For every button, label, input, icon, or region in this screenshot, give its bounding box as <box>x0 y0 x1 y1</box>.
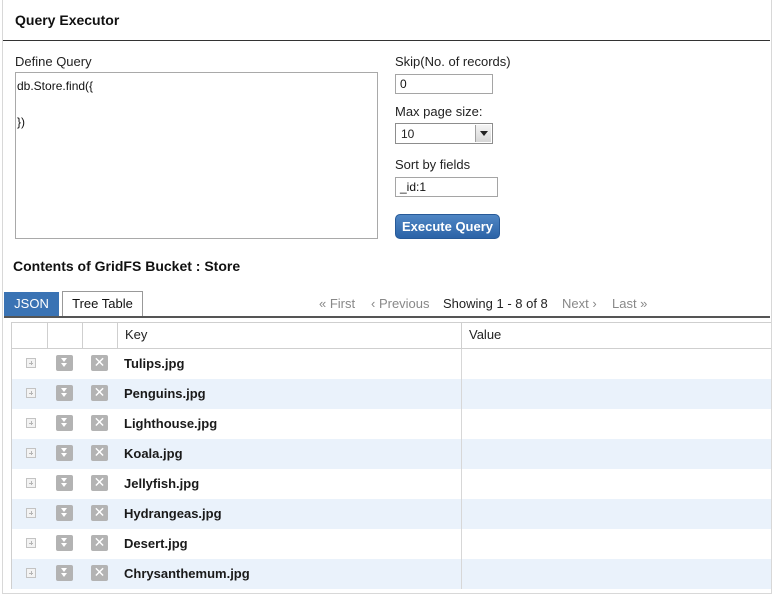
execute-query-button[interactable]: Execute Query <box>395 214 500 239</box>
table-row[interactable]: ✕ Chrysanthemum.jpg <box>12 559 771 589</box>
table-row[interactable]: ✕ Hydrangeas.jpg <box>12 499 771 529</box>
define-query-label: Define Query <box>15 54 92 69</box>
column-divider <box>461 559 462 589</box>
page-title: Query Executor <box>15 12 120 28</box>
header-download-col <box>48 323 83 348</box>
row-key: Koala.jpg <box>124 446 183 461</box>
download-icon[interactable] <box>56 505 73 521</box>
pager-previous-link[interactable]: ‹ Previous <box>371 296 430 311</box>
column-divider <box>461 349 462 379</box>
tab-json[interactable]: JSON <box>4 292 59 317</box>
header-key[interactable]: Key <box>118 323 462 348</box>
delete-icon[interactable]: ✕ <box>91 535 108 551</box>
pager-last-link[interactable]: Last » <box>612 296 647 311</box>
expand-icon[interactable] <box>26 478 36 488</box>
chevron-down-icon[interactable] <box>475 125 491 142</box>
download-icon[interactable] <box>56 355 73 371</box>
column-divider <box>461 439 462 469</box>
expand-icon[interactable] <box>26 508 36 518</box>
table-header: Key Value <box>12 323 771 349</box>
download-icon[interactable] <box>56 385 73 401</box>
delete-icon[interactable]: ✕ <box>91 565 108 581</box>
row-key: Penguins.jpg <box>124 386 206 401</box>
table-row[interactable]: ✕ Tulips.jpg <box>12 349 771 379</box>
row-key: Tulips.jpg <box>124 356 185 371</box>
row-key: Jellyfish.jpg <box>124 476 200 491</box>
sort-label: Sort by fields <box>395 157 471 172</box>
max-page-size-value: 10 <box>401 127 415 141</box>
header-expand-col <box>12 323 48 348</box>
expand-icon[interactable] <box>26 538 36 548</box>
column-divider <box>461 529 462 559</box>
column-divider <box>461 379 462 409</box>
table-row[interactable]: ✕ Desert.jpg <box>12 529 771 559</box>
delete-icon[interactable]: ✕ <box>91 505 108 521</box>
delete-icon[interactable]: ✕ <box>91 475 108 491</box>
row-key: Lighthouse.jpg <box>124 416 218 431</box>
column-divider <box>461 409 462 439</box>
delete-icon[interactable]: ✕ <box>91 385 108 401</box>
download-icon[interactable] <box>56 415 73 431</box>
max-page-size-select[interactable]: 10 <box>395 123 493 144</box>
table-row[interactable]: ✕ Jellyfish.jpg <box>12 469 771 499</box>
header-value[interactable]: Value <box>462 323 771 348</box>
tab-divider <box>4 316 770 318</box>
table-row[interactable]: ✕ Koala.jpg <box>12 439 771 469</box>
column-divider <box>461 499 462 529</box>
pager-next-link[interactable]: Next › <box>562 296 597 311</box>
results-section-title: Contents of GridFS Bucket : Store <box>13 258 241 274</box>
row-key: Chrysanthemum.jpg <box>124 566 250 581</box>
table-row[interactable]: ✕ Lighthouse.jpg <box>12 409 771 439</box>
expand-icon[interactable] <box>26 388 36 398</box>
expand-icon[interactable] <box>26 448 36 458</box>
delete-icon[interactable]: ✕ <box>91 415 108 431</box>
download-icon[interactable] <box>56 445 73 461</box>
max-page-size-label: Max page size: <box>395 104 483 119</box>
download-icon[interactable] <box>56 565 73 581</box>
row-key: Hydrangeas.jpg <box>124 506 222 521</box>
header-delete-col <box>83 323 118 348</box>
row-key: Desert.jpg <box>124 536 188 551</box>
pager-first-link[interactable]: « First <box>319 296 355 311</box>
download-icon[interactable] <box>56 535 73 551</box>
expand-icon[interactable] <box>26 358 36 368</box>
download-icon[interactable] <box>56 475 73 491</box>
tab-tree-table[interactable]: Tree Table <box>62 291 143 317</box>
delete-icon[interactable]: ✕ <box>91 445 108 461</box>
pager-status: Showing 1 - 8 of 8 <box>443 296 548 311</box>
results-table: Key Value ✕ Tulips.jpg ✕ Penguins.jpg ✕ Light… <box>11 322 771 589</box>
sort-input[interactable]: _id:1 <box>395 177 498 197</box>
title-divider <box>3 40 770 41</box>
expand-icon[interactable] <box>26 568 36 578</box>
table-body: ✕ Tulips.jpg ✕ Penguins.jpg ✕ Lighthouse.jpg ✕… <box>12 349 771 589</box>
skip-label: Skip(No. of records) <box>395 54 511 69</box>
delete-icon[interactable]: ✕ <box>91 355 108 371</box>
expand-icon[interactable] <box>26 418 36 428</box>
table-row[interactable]: ✕ Penguins.jpg <box>12 379 771 409</box>
skip-input[interactable]: 0 <box>395 74 493 94</box>
query-textarea[interactable]: db.Store.find({ }) <box>15 72 378 239</box>
column-divider <box>461 469 462 499</box>
